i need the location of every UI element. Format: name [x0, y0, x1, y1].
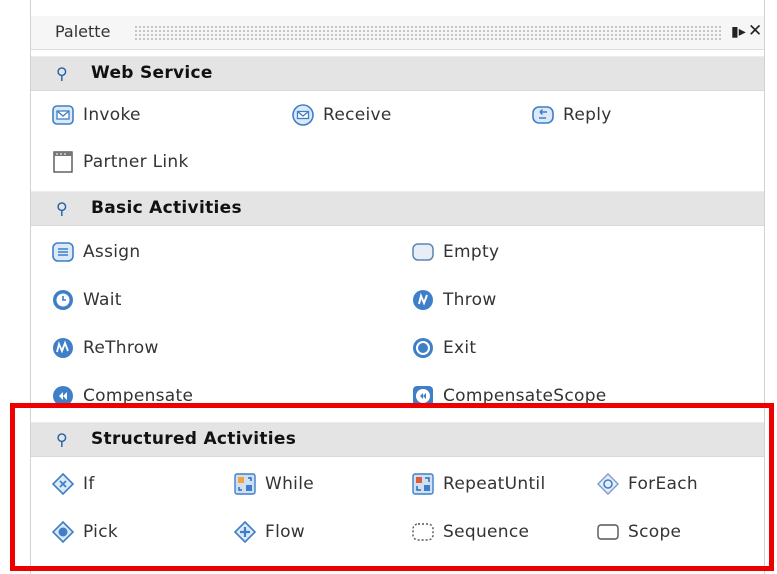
while-icon [233, 472, 257, 496]
item-label: Scope [628, 522, 682, 542]
palette-item-wait[interactable]: Wait [51, 284, 122, 316]
palette-item-partner-link[interactable]: Partner Link [51, 146, 189, 178]
partner-link-icon [51, 150, 75, 174]
compensate-icon [51, 384, 75, 408]
receive-icon [291, 103, 315, 127]
section-header-basic-activities[interactable]: ⚲ Basic Activities [31, 191, 764, 226]
pin-icon: ⚲ [56, 64, 68, 83]
throw-icon [411, 288, 435, 312]
palette-item-reply[interactable]: Reply [531, 99, 612, 131]
item-label: Sequence [443, 522, 530, 542]
dock-icon[interactable]: ▮▸ [731, 24, 746, 40]
item-label: Throw [443, 290, 497, 310]
section-label: Structured Activities [91, 429, 297, 449]
palette-item-foreach[interactable]: ForEach [596, 468, 698, 500]
palette-panel: Palette ▮▸ ✕ ⚲ Web Service Invoke Receiv… [30, 0, 765, 574]
item-label: Compensate [83, 386, 194, 406]
palette-titlebar: Palette ▮▸ ✕ [31, 16, 764, 50]
palette-item-receive[interactable]: Receive [291, 99, 392, 131]
palette-item-pick[interactable]: Pick [51, 516, 118, 548]
palette-item-if[interactable]: If [51, 468, 95, 500]
palette-item-compensate[interactable]: Compensate [51, 380, 193, 412]
repeat-until-icon [411, 472, 435, 496]
item-label: Empty [443, 242, 500, 262]
section-header-web-service[interactable]: ⚲ Web Service [31, 56, 764, 91]
item-label: Partner Link [83, 152, 189, 172]
titlebar-drag-grip[interactable] [134, 25, 721, 40]
pin-icon: ⚲ [56, 199, 68, 218]
item-label: Assign [83, 242, 141, 262]
sequence-icon [411, 520, 435, 544]
palette-item-rethrow[interactable]: ReThrow [51, 332, 159, 364]
palette-item-invoke[interactable]: Invoke [51, 99, 141, 131]
palette-item-empty[interactable]: Empty [411, 236, 499, 268]
exit-icon [411, 336, 435, 360]
section-header-structured-activities[interactable]: ⚲ Structured Activities [31, 422, 764, 457]
wait-icon [51, 288, 75, 312]
close-icon[interactable]: ✕ [748, 21, 762, 41]
item-label: ForEach [628, 474, 698, 494]
item-label: Wait [83, 290, 122, 310]
item-label: ReThrow [83, 338, 159, 358]
if-icon [51, 472, 75, 496]
item-label: Reply [563, 105, 612, 125]
scope-icon [596, 520, 620, 544]
palette-title: Palette [55, 22, 111, 41]
palette-item-throw[interactable]: Throw [411, 284, 497, 316]
item-label: CompensateScope [443, 386, 607, 406]
section-label: Web Service [91, 63, 213, 83]
palette-item-repeat-until[interactable]: RepeatUntil [411, 468, 545, 500]
item-label: While [265, 474, 314, 494]
pick-icon [51, 520, 75, 544]
assign-icon [51, 240, 75, 264]
empty-icon [411, 240, 435, 264]
item-label: Flow [265, 522, 306, 542]
flow-icon [233, 520, 257, 544]
palette-item-scope[interactable]: Scope [596, 516, 681, 548]
item-label: RepeatUntil [443, 474, 546, 494]
palette-item-exit[interactable]: Exit [411, 332, 476, 364]
palette-item-while[interactable]: While [233, 468, 314, 500]
item-label: Exit [443, 338, 477, 358]
rethrow-icon [51, 336, 75, 360]
foreach-icon [596, 472, 620, 496]
item-label: Invoke [83, 105, 141, 125]
reply-icon [531, 103, 555, 127]
item-label: If [83, 474, 95, 494]
invoke-icon [51, 103, 75, 127]
pin-icon: ⚲ [56, 430, 68, 449]
palette-item-sequence[interactable]: Sequence [411, 516, 529, 548]
item-label: Pick [83, 522, 118, 542]
palette-item-flow[interactable]: Flow [233, 516, 305, 548]
palette-item-assign[interactable]: Assign [51, 236, 140, 268]
palette-item-compensate-scope[interactable]: CompensateScope [411, 380, 607, 412]
compensate-scope-icon [411, 384, 435, 408]
section-label: Basic Activities [91, 198, 242, 218]
item-label: Receive [323, 105, 392, 125]
